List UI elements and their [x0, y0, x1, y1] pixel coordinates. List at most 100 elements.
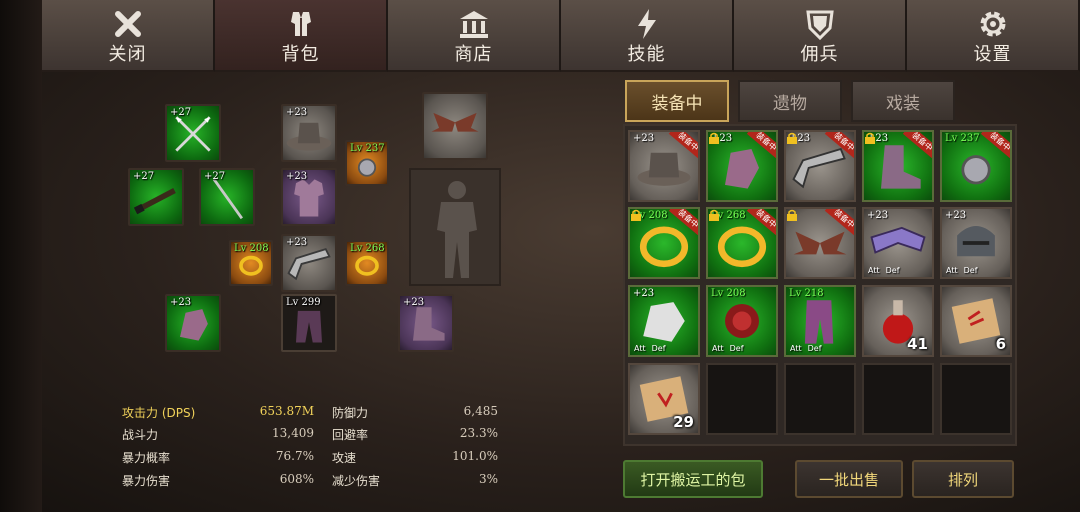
- stat-value: 653.87M: [259, 404, 314, 418]
- sort-button[interactable]: 排列: [912, 460, 1014, 498]
- equip-slot-level: +23: [170, 297, 192, 308]
- inventory-cell-empty[interactable]: [940, 363, 1012, 435]
- equip-slot-ring-left[interactable]: Lv 208: [229, 240, 273, 286]
- stat-row: 101.0%: [332, 449, 498, 469]
- subtab-relics[interactable]: 遗物: [738, 80, 842, 122]
- inventory-cell-helmet[interactable]: +23 Att Def: [940, 207, 1012, 279]
- inventory-cell-white-gauntlet[interactable]: +23 Att Def: [628, 285, 700, 357]
- inventory-cell-ring[interactable]: Lv 268 装备中: [706, 207, 778, 279]
- shield-icon: [805, 10, 834, 41]
- stat-row: 23.3%: [332, 426, 498, 446]
- equip-slot-boots[interactable]: +23: [398, 294, 454, 352]
- att-compare: Att: [790, 344, 802, 353]
- stat-row: 13,409: [122, 426, 314, 446]
- tab-inventory-label: 背包: [281, 44, 320, 65]
- lightning-icon: [637, 9, 656, 39]
- item-count: 29: [673, 413, 694, 431]
- stat-value: 3%: [478, 472, 498, 486]
- compare-indicators: Att Def: [712, 344, 744, 353]
- stat-value: 608%: [279, 472, 314, 486]
- equip-slot-rifle[interactable]: +27: [128, 168, 184, 226]
- lock-icon: [709, 209, 719, 221]
- def-compare: Def: [651, 344, 666, 353]
- lock-icon: [709, 132, 719, 144]
- inventory-cell-empty[interactable]: [862, 363, 934, 435]
- tab-inventory[interactable]: 背包: [215, 0, 388, 72]
- item-level: Lv 218: [789, 288, 824, 299]
- character-silhouette: [409, 168, 501, 286]
- equip-slot-hat[interactable]: +23: [281, 104, 337, 162]
- compare-indicators: Att Def: [790, 344, 822, 353]
- inventory-cell-gauntlet[interactable]: +23 装备中: [706, 130, 778, 202]
- equip-slot-level: +23: [286, 171, 308, 182]
- tab-mercenary[interactable]: 佣兵: [734, 0, 907, 72]
- wings-icon: [431, 112, 479, 132]
- equip-slot-ring-right[interactable]: Lv 268: [345, 240, 389, 286]
- inventory-cell-hat[interactable]: +23 装备中: [628, 130, 700, 202]
- close-icon: [114, 11, 141, 37]
- shop-icon: [459, 11, 488, 38]
- item-level: +23: [945, 210, 967, 221]
- equip-slot-level: Lv 268: [350, 243, 385, 254]
- inventory-cell-empty[interactable]: [784, 363, 856, 435]
- lock-icon: [631, 209, 641, 221]
- equip-slot-crossed-spears[interactable]: +27: [165, 104, 221, 162]
- lock-icon: [787, 132, 797, 144]
- inventory-cell-shoulder-guard[interactable]: +23 装备中: [784, 130, 856, 202]
- subtab-equipped[interactable]: 装备中: [625, 80, 729, 122]
- att-compare: Att: [712, 344, 724, 353]
- gear-icon: [980, 11, 1005, 37]
- def-compare: Def: [885, 266, 900, 275]
- inventory-cell-ring[interactable]: Lv 208 装备中: [628, 207, 700, 279]
- equip-slot-level: Lv 237: [350, 143, 385, 154]
- stat-value: 23.3%: [459, 426, 498, 440]
- open-porter-bag-button[interactable]: 打开搬运工的包: [623, 460, 763, 498]
- inventory-cell-red-potion[interactable]: 41: [862, 285, 934, 357]
- item-level: +23: [867, 210, 889, 221]
- inventory-cell-amulet[interactable]: Lv 237 装备中: [940, 130, 1012, 202]
- equip-slot-wings[interactable]: [422, 92, 488, 160]
- equip-slot-leggings[interactable]: Lv 299: [281, 294, 337, 352]
- equip-slot-gauntlet[interactable]: +23: [165, 294, 221, 352]
- att-compare: Att: [634, 344, 646, 353]
- equip-slot-level: +27: [133, 171, 155, 182]
- top-nav: 关闭 背包 商店 技能 佣兵 设置: [42, 0, 1080, 72]
- inventory-cell-empty[interactable]: [706, 363, 778, 435]
- equip-slot-level: +23: [286, 237, 308, 248]
- armor-icon: [290, 12, 311, 36]
- item-level: +23: [633, 133, 655, 144]
- inventory-cell-wings[interactable]: 装备中: [784, 207, 856, 279]
- equip-slot-chest[interactable]: +23: [281, 168, 337, 226]
- stat-row: 3%: [332, 472, 498, 492]
- lock-icon: [865, 132, 875, 144]
- stat-row: 76.7%: [122, 449, 314, 469]
- equip-slot-level: Lv 208: [234, 243, 269, 254]
- stat-value: 101.0%: [452, 449, 498, 463]
- character-icon: [437, 181, 477, 278]
- item-count: 6: [995, 335, 1006, 353]
- equip-slot-shoulder[interactable]: +23: [281, 234, 337, 292]
- left-edge: [0, 0, 42, 512]
- inventory-cell-purple-shoulder[interactable]: +23 Att Def: [862, 207, 934, 279]
- inventory-cell-scroll-2[interactable]: 29: [628, 363, 700, 435]
- tab-skills[interactable]: 技能: [561, 0, 734, 72]
- subtab-costume[interactable]: 戏装: [851, 80, 955, 122]
- tab-shop[interactable]: 商店: [388, 0, 561, 72]
- item-count: 41: [907, 335, 928, 353]
- def-compare: Def: [807, 344, 822, 353]
- tab-close[interactable]: 关闭: [42, 0, 215, 72]
- tab-settings[interactable]: 设置: [907, 0, 1080, 72]
- inventory-cell-boots[interactable]: +23 装备中: [862, 130, 934, 202]
- item-level: Lv 237: [945, 133, 980, 144]
- inventory-cell-dark-chest[interactable]: Lv 208 Att Def: [706, 285, 778, 357]
- equip-slot-level: +27: [204, 171, 226, 182]
- batch-sell-button[interactable]: 一批出售: [795, 460, 903, 498]
- def-compare: Def: [729, 344, 744, 353]
- equip-slot-staff[interactable]: +27: [199, 168, 255, 226]
- compare-indicators: Att Def: [946, 266, 978, 275]
- equip-slot-amulet[interactable]: Lv 237: [345, 140, 389, 186]
- item-level: +23: [633, 288, 655, 299]
- inventory-cell-scroll[interactable]: 6: [940, 285, 1012, 357]
- compare-indicators: Att Def: [634, 344, 666, 353]
- inventory-cell-purple-leggings[interactable]: Lv 218 Att Def: [784, 285, 856, 357]
